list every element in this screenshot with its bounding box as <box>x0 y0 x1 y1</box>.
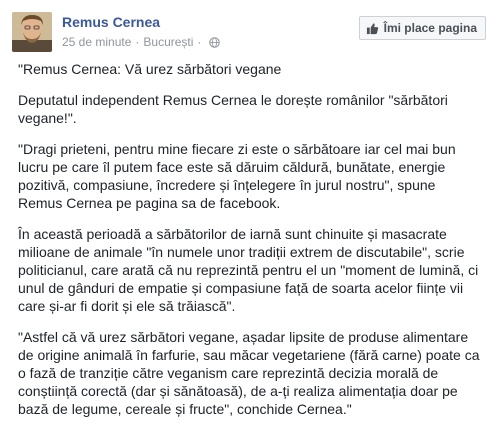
post-paragraph-3: "Dragi prieteni, pentru mine fiecare zi … <box>18 141 456 211</box>
post-location[interactable]: București <box>143 35 193 49</box>
meta-separator-2: · <box>197 35 202 49</box>
like-page-label: Îmi place pagina <box>383 21 477 35</box>
globe-icon[interactable] <box>209 36 221 48</box>
thumbs-up-icon <box>366 22 378 34</box>
post-paragraph-5: "Astfel că vă urez sărbători vegane, așa… <box>18 329 480 417</box>
post-meta: 25 de minute · București · <box>62 35 221 49</box>
post-body: "Remus Cernea: Vă urez sărbători vegane … <box>18 60 482 431</box>
like-page-button[interactable]: Îmi place pagina <box>358 16 486 40</box>
meta-separator: · <box>135 35 140 49</box>
post-paragraph-2: Deputatul independent Remus Cernea le do… <box>18 92 448 126</box>
post-paragraph-4: În această perioadă a sărbătorilor de ia… <box>18 226 479 314</box>
post-header: Remus Cernea 25 de minute · București · … <box>12 12 486 52</box>
post-timestamp[interactable]: 25 de minute <box>62 35 131 49</box>
avatar[interactable] <box>12 12 52 52</box>
author-name[interactable]: Remus Cernea <box>62 14 160 30</box>
post-paragraph-1: "Remus Cernea: Vă urez sărbători vegane <box>18 61 282 77</box>
avatar-image <box>12 12 52 52</box>
